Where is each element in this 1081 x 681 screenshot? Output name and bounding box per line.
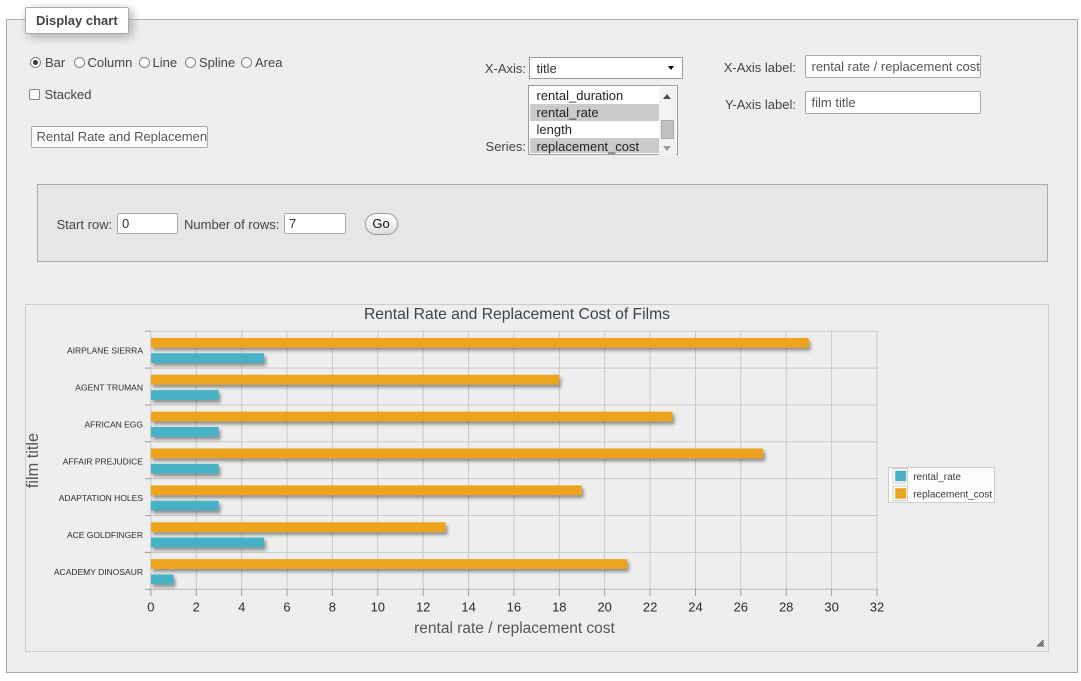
svg-text:AGENT TRUMAN: AGENT TRUMAN xyxy=(75,382,143,392)
svg-text:Rental Rate and Replacement Co: Rental Rate and Replacement Cost of Film… xyxy=(363,305,669,322)
svg-text:14: 14 xyxy=(461,599,475,614)
svg-text:AIRPLANE SIERRA: AIRPLANE SIERRA xyxy=(66,345,142,355)
svg-text:10: 10 xyxy=(370,599,384,614)
svg-text:ACADEMY DINOSAUR: ACADEMY DINOSAUR xyxy=(53,566,142,576)
svg-text:30: 30 xyxy=(824,599,838,614)
svg-text:rental rate / replacement cost: rental rate / replacement cost xyxy=(414,620,615,637)
svg-text:4: 4 xyxy=(238,599,245,614)
svg-text:18: 18 xyxy=(552,599,566,614)
svg-text:film title: film title xyxy=(25,432,42,487)
svg-text:ACE GOLDFINGER: ACE GOLDFINGER xyxy=(66,530,142,540)
svg-text:20: 20 xyxy=(597,599,611,614)
svg-text:AFRICAN EGG: AFRICAN EGG xyxy=(84,419,143,429)
svg-text:0: 0 xyxy=(147,599,154,614)
svg-text:22: 22 xyxy=(642,599,656,614)
svg-text:2: 2 xyxy=(192,599,199,614)
svg-text:6: 6 xyxy=(283,599,290,614)
svg-text:12: 12 xyxy=(415,599,429,614)
svg-text:16: 16 xyxy=(506,599,520,614)
svg-text:32: 32 xyxy=(869,599,883,614)
svg-text:28: 28 xyxy=(778,599,792,614)
svg-text:rental_rate: rental_rate xyxy=(913,471,961,482)
svg-text:replacement_cost: replacement_cost xyxy=(913,489,992,500)
svg-text:ADAPTATION HOLES: ADAPTATION HOLES xyxy=(58,493,143,503)
svg-text:8: 8 xyxy=(328,599,335,614)
svg-text:24: 24 xyxy=(688,599,702,614)
svg-text:26: 26 xyxy=(733,599,747,614)
svg-text:AFFAIR PREJUDICE: AFFAIR PREJUDICE xyxy=(62,456,143,466)
